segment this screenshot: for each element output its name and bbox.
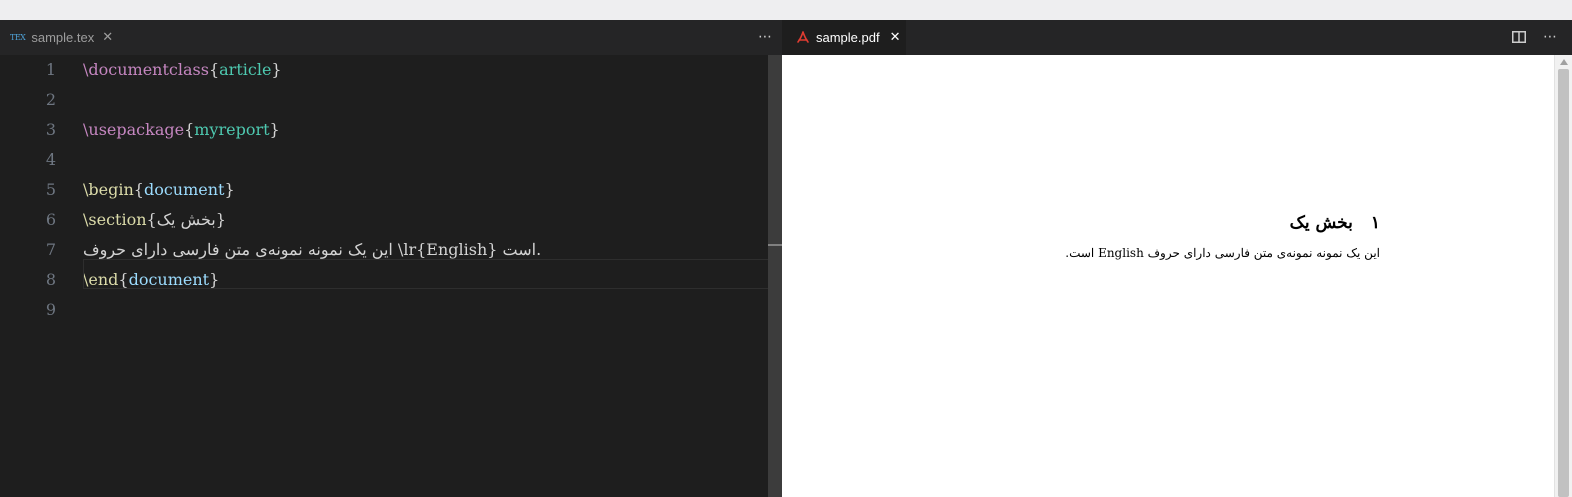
tab-label: sample.tex (31, 30, 95, 45)
line-number: 4 (45, 150, 56, 169)
brace-open: { (146, 210, 157, 229)
more-actions-button[interactable]: ⋯ (1540, 28, 1560, 46)
tex-command: \section (83, 210, 147, 229)
tex-file-icon: TEX (10, 33, 26, 42)
brace-close: } (224, 180, 235, 199)
brace-close: } (271, 60, 282, 79)
line-number: 1 (45, 60, 56, 79)
pdf-scrollbar[interactable] (1554, 55, 1572, 497)
pdf-page: ۱ بخش یک این یک نمونه نمونه‌ی متن فارسی د… (782, 55, 1552, 497)
line-number: 5 (45, 180, 56, 199)
code-line-5: \begin{document} (83, 175, 235, 205)
line-number: 7 (45, 240, 56, 259)
code-line-3: \usepackage{myreport} (83, 115, 280, 145)
split-editor-button[interactable] (1509, 28, 1529, 46)
line-number: 2 (45, 90, 56, 109)
brace-open: { (184, 120, 195, 139)
tex-command: \begin (83, 180, 134, 199)
brace-open: { (133, 180, 144, 199)
tab-label: sample.pdf (816, 30, 880, 45)
close-icon[interactable]: ✕ (890, 30, 901, 45)
editor-scrollbar[interactable] (768, 55, 782, 497)
viewer-tabbar: sample.pdf ✕ ⋯ (782, 20, 1572, 55)
split-editor-icon (1512, 31, 1526, 43)
scrollbar-position-marker (768, 244, 782, 246)
section-title: بخش یک (1289, 213, 1353, 233)
line-number: 8 (45, 270, 56, 289)
scroll-up-icon[interactable] (1560, 59, 1568, 65)
close-icon[interactable]: ✕ (102, 30, 113, 45)
line-number: 9 (45, 300, 56, 319)
code-line-6: \section{بخش یک} (83, 205, 226, 235)
current-line-highlight (83, 259, 782, 289)
ellipsis-icon: ⋯ (758, 29, 772, 45)
tex-editor-group: TEX sample.tex ✕ ⋯ 1 2 3 4 5 6 7 8 9 \do… (0, 20, 782, 497)
brace-close: } (269, 120, 280, 139)
tex-command: \usepackage (83, 120, 185, 139)
pdf-viewer-group: sample.pdf ✕ ⋯ ۱ بخش یک این یک نمونه نمون… (782, 20, 1572, 497)
tex-argument: document (143, 180, 225, 199)
title-strip (0, 0, 1572, 20)
tex-argument: بخش یک (156, 210, 216, 229)
line-number: 6 (45, 210, 56, 229)
brace-close: } (215, 210, 226, 229)
editor-tabbar: TEX sample.tex ✕ ⋯ (0, 20, 782, 55)
tex-argument: myreport (194, 120, 270, 139)
brace-open: { (208, 60, 220, 79)
tab-sample-pdf[interactable]: sample.pdf ✕ (782, 20, 906, 55)
tab-sample-tex[interactable]: TEX sample.tex ✕ (10, 20, 113, 55)
ellipsis-icon: ⋯ (1543, 29, 1557, 45)
tex-argument: article (219, 60, 272, 79)
pdf-file-icon (797, 30, 809, 43)
line-number: 3 (45, 120, 56, 139)
section-number: ۱ (1370, 213, 1380, 233)
tex-command: \documentclass (83, 60, 209, 79)
pdf-section-heading: ۱ بخش یک (1290, 213, 1380, 233)
pdf-body-text: این یک نمونه نمونه‌ی متن فارسی دارای حرو… (1065, 246, 1380, 260)
scroll-thumb[interactable] (1558, 69, 1569, 497)
code-line-1: \documentclass{article} (83, 55, 282, 85)
more-actions-button[interactable]: ⋯ (755, 28, 775, 46)
